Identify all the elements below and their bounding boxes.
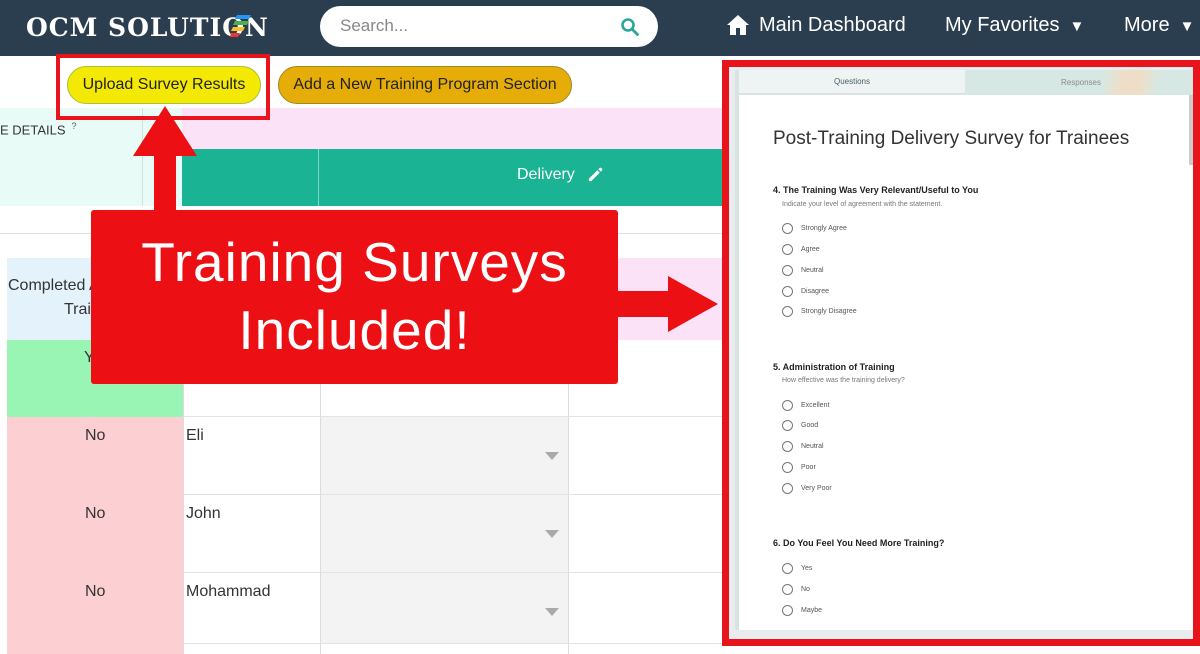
delivery-select-cell[interactable]	[320, 417, 568, 495]
radio-option-label: Good	[801, 421, 819, 429]
callout-text: Training Surveys Included!	[91, 228, 618, 364]
completed-cell-no[interactable]	[7, 643, 183, 654]
upload-button-highlight-box	[56, 54, 270, 120]
add-training-section-button[interactable]: Add a New Training Program Section	[278, 66, 572, 104]
radio-option[interactable]: Very Poor	[782, 482, 832, 494]
grid-column-line	[568, 340, 569, 654]
nav-my-favorites[interactable]: My Favorites ▼	[945, 14, 1084, 37]
radio-option-label: Very Poor	[801, 484, 832, 492]
radio-option[interactable]: Maybe	[782, 604, 822, 616]
chevron-down-icon[interactable]	[545, 452, 559, 460]
caret-down-icon: ▼	[1069, 18, 1085, 35]
radio-option-label: Neutral	[801, 266, 824, 274]
radio-button[interactable]	[782, 264, 793, 276]
radio-option-label: No	[801, 585, 810, 593]
top-navigation-bar: OCM SOLUTION Main Dashboard My Favorites…	[0, 0, 1200, 56]
survey-title: Post-Training Delivery Survey for Traine…	[773, 128, 1130, 149]
radio-option[interactable]: Excellent	[782, 399, 829, 411]
tab-questions[interactable]: Questions	[739, 70, 965, 95]
row-trainee-name: Mohammad	[186, 583, 271, 600]
delivery-select-cell[interactable]	[320, 573, 568, 643]
details-divider	[142, 108, 182, 206]
radio-button[interactable]	[782, 440, 793, 452]
grid-row-line	[183, 572, 735, 573]
radio-button[interactable]	[782, 482, 793, 494]
grid-row-line	[183, 643, 735, 644]
scrollbar[interactable]	[1189, 95, 1193, 165]
training-surveys-callout: Training Surveys Included!	[91, 210, 618, 384]
search-input[interactable]	[340, 15, 610, 37]
delivery-select-cell[interactable]	[320, 495, 568, 573]
search-icon[interactable]	[620, 17, 640, 37]
callout-line-2: Included!	[238, 299, 471, 361]
survey-form-preview: Questions Responses Post-Training Delive…	[735, 70, 1193, 630]
radio-option-label: Yes	[801, 564, 813, 572]
nav-my-favorites-label: My Favorites	[945, 14, 1060, 36]
tab-decoration	[1055, 70, 1175, 95]
row-completed-value: No	[85, 583, 106, 600]
radio-button[interactable]	[782, 243, 793, 255]
radio-option[interactable]: Neutral	[782, 440, 824, 452]
radio-button[interactable]	[782, 461, 793, 473]
radio-option[interactable]: Strongly Disagree	[782, 305, 857, 317]
radio-option[interactable]: Poor	[782, 461, 816, 473]
nav-more-label: More	[1124, 14, 1170, 36]
completed-header-line2: Trai	[64, 301, 91, 318]
radio-option[interactable]: Yes	[782, 562, 812, 574]
help-icon[interactable]: ?	[72, 121, 77, 131]
radio-button[interactable]	[782, 399, 793, 411]
screen: E DETAILS? Delivery Completed A Trai min…	[0, 0, 1200, 654]
row-trainee-name: John	[186, 505, 221, 522]
radio-option-label: Agree	[801, 245, 820, 253]
question-title: 5. Administration of Training	[773, 362, 895, 372]
radio-button[interactable]	[782, 305, 793, 317]
row-completed-value: No	[85, 427, 106, 444]
delivery-header-divider	[318, 149, 319, 206]
radio-option[interactable]: Neutral	[782, 264, 824, 276]
details-section-label: E DETAILS?	[0, 121, 77, 138]
radio-option-label: Poor	[801, 463, 816, 471]
grid-row-line	[183, 494, 735, 495]
delivery-column-header: Delivery	[517, 166, 575, 183]
radio-button[interactable]	[782, 419, 793, 431]
grid-column-line	[320, 340, 321, 654]
radio-button[interactable]	[782, 285, 793, 297]
row-completed-value: No	[85, 505, 106, 522]
logo-mark-icon	[230, 15, 251, 37]
question-title: 4. The Training Was Very Relevant/Useful…	[773, 185, 979, 195]
radio-option[interactable]: Disagree	[782, 285, 829, 297]
radio-option-label: Strongly Disagree	[801, 307, 857, 315]
radio-option[interactable]: No	[782, 583, 810, 595]
grid-row-line	[183, 416, 735, 417]
question-subtitle: How effective was the training delivery?	[782, 377, 905, 384]
radio-button[interactable]	[782, 222, 793, 234]
row-trainee-name: Eli	[186, 427, 204, 444]
radio-option-label: Neutral	[801, 442, 824, 450]
radio-option-label: Strongly Agree	[801, 224, 847, 232]
question-title: 6. Do You Feel You Need More Training?	[773, 538, 945, 548]
radio-option-label: Maybe	[801, 606, 823, 614]
radio-option-label: Disagree	[801, 287, 830, 295]
chevron-down-icon[interactable]	[545, 530, 559, 538]
chevron-down-icon[interactable]	[545, 608, 559, 616]
radio-button[interactable]	[782, 604, 793, 616]
radio-option[interactable]: Good	[782, 419, 818, 431]
callout-line-1: Training Surveys	[141, 231, 568, 293]
nav-main-dashboard[interactable]: Main Dashboard	[759, 14, 906, 37]
radio-option[interactable]: Agree	[782, 243, 820, 255]
home-icon[interactable]	[726, 14, 750, 36]
grid-column-line	[183, 340, 184, 654]
search-box[interactable]	[320, 6, 658, 47]
question-subtitle: Indicate your level of agreement with th…	[782, 201, 943, 208]
completed-header-line1: Completed A	[8, 277, 100, 294]
radio-button[interactable]	[782, 583, 793, 595]
radio-option[interactable]: Strongly Agree	[782, 222, 847, 234]
delivery-header-band	[182, 149, 735, 206]
caret-down-icon: ▼	[1179, 18, 1195, 35]
nav-more[interactable]: More ▼	[1124, 14, 1194, 37]
radio-button[interactable]	[782, 562, 793, 574]
edit-pencil-icon[interactable]	[586, 165, 605, 184]
radio-option-label: Excellent	[801, 401, 830, 409]
